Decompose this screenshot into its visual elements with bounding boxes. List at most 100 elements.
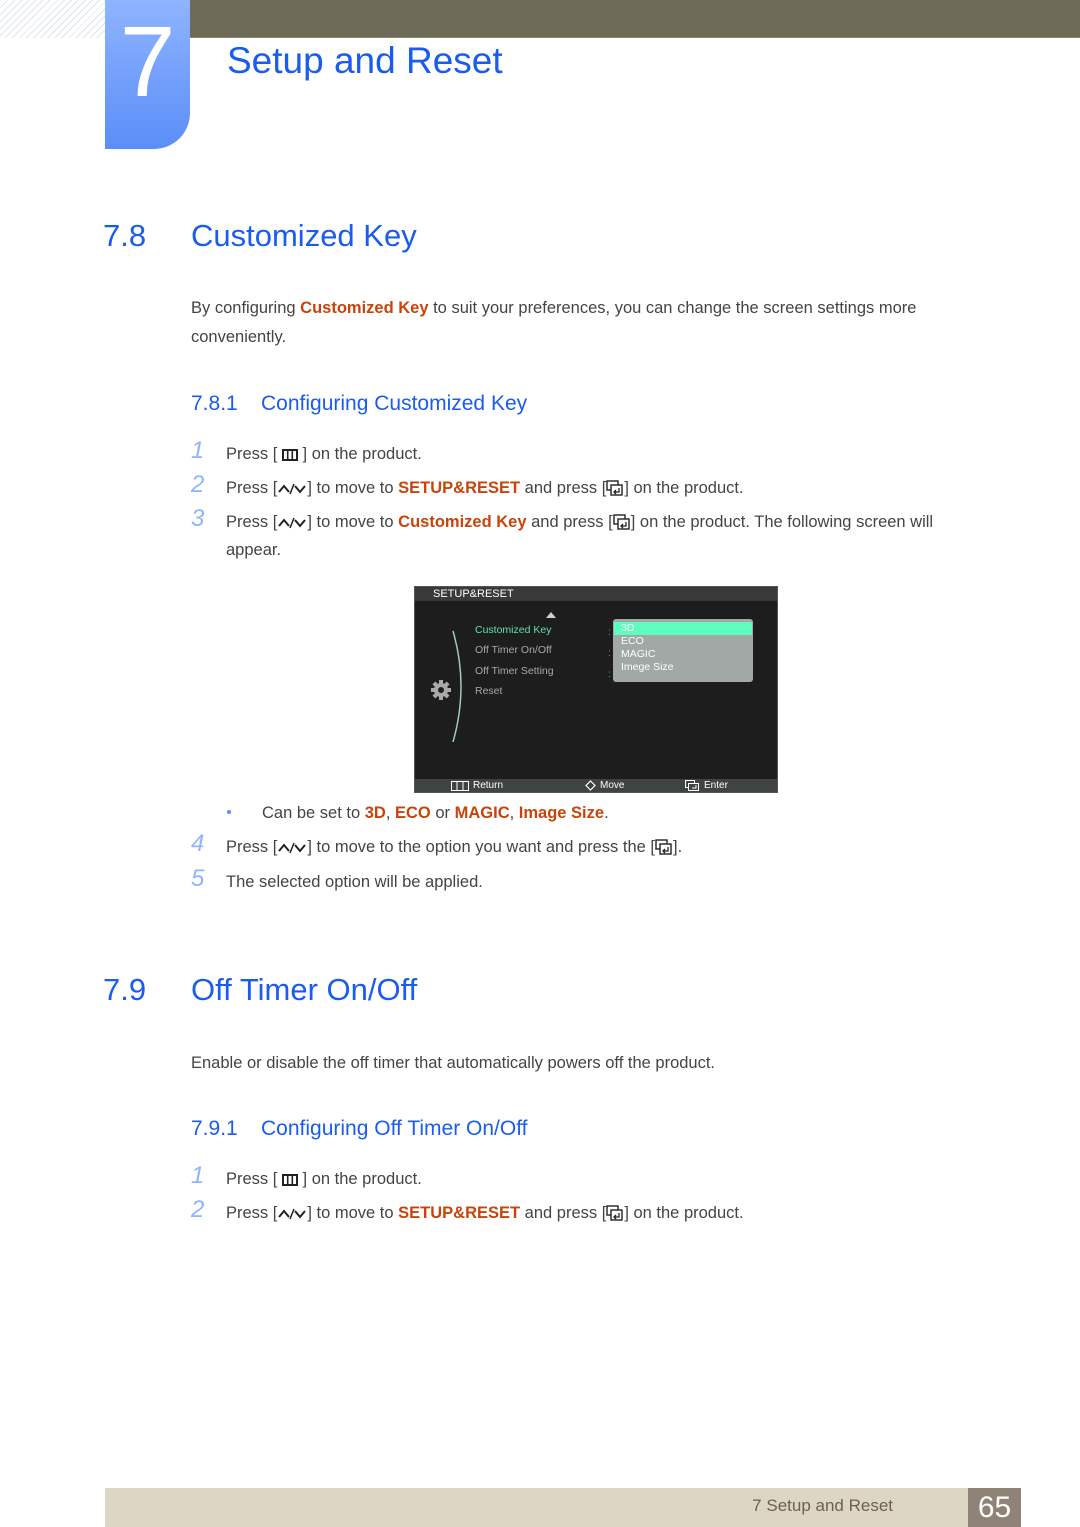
bullet-dot <box>227 810 231 814</box>
header-bar <box>190 0 1080 38</box>
section-title: Customized Key <box>191 218 417 253</box>
text: , <box>385 804 395 822</box>
menu-button-icon <box>281 1174 298 1186</box>
osd-menu-item-customized-key[interactable]: Customized Key <box>475 624 551 636</box>
page-footer: 7 Setup and Reset 65 <box>105 1488 1021 1527</box>
chapter-badge: 7 <box>105 0 190 149</box>
up-down-arrow-icon <box>278 483 307 495</box>
highlight-3d: 3D <box>364 804 386 822</box>
text: ] on the product. <box>302 1170 422 1188</box>
text: Press [ <box>226 479 278 497</box>
text: to suit your preferences, you can change… <box>428 299 917 317</box>
text: . <box>604 804 609 822</box>
highlight-magic: MAGIC <box>454 804 510 822</box>
text: and press [ <box>520 479 607 497</box>
enter-button-icon <box>685 780 699 791</box>
osd-option-eco[interactable]: ECO <box>614 635 752 648</box>
osd-header: SETUP&RESET <box>415 587 777 601</box>
text: ] on the product. <box>624 1204 744 1222</box>
step-number: 3 <box>191 505 205 532</box>
osd-menu-item-reset[interactable]: Reset <box>475 685 502 697</box>
osd-return: Return <box>451 779 503 792</box>
osd-enter-label: Enter <box>704 780 728 791</box>
chapter-number: 7 <box>119 6 176 118</box>
highlight-eco: ECO <box>395 804 431 822</box>
text: By configuring <box>191 299 301 317</box>
intro-paragraph-7-8: By configuring Customized Key to suit yo… <box>191 294 916 352</box>
text: conveniently. <box>191 328 287 346</box>
osd-menu-screenshot: SETUP&RESET Customized Key Off Timer On/… <box>414 586 778 793</box>
osd-move: Move <box>585 779 624 792</box>
highlight-setup-reset: SETUP&RESET <box>398 1204 521 1222</box>
highlight-customized-key: Customized Key <box>300 299 429 317</box>
text: Press [ <box>226 838 278 856</box>
text: Can be set to <box>262 804 365 822</box>
osd-scroll-up-arrow-icon <box>546 612 556 618</box>
osd-option-3d[interactable]: 3D <box>614 622 752 635</box>
text: ] to move to the option you want and pre… <box>307 838 655 856</box>
highlight-setup-reset: SETUP&RESET <box>398 479 521 497</box>
text: and press [ <box>520 1204 607 1222</box>
text: or <box>430 804 455 822</box>
move-diamond-icon <box>585 780 596 791</box>
header-hatch-pattern <box>0 0 105 38</box>
osd-gear-icon <box>431 680 451 700</box>
text: ] on the product. <box>302 445 422 463</box>
text: ] to move to <box>307 479 399 497</box>
section-title: Off Timer On/Off <box>191 972 418 1007</box>
footer-chapter-label: 7 Setup and Reset <box>752 1496 893 1515</box>
up-down-arrow-icon <box>278 842 307 854</box>
menu-button-icon <box>281 449 298 461</box>
subsection-title: Configuring Customized Key <box>261 392 528 415</box>
step-number: 2 <box>191 1196 205 1223</box>
osd-move-label: Move <box>600 780 625 791</box>
osd-option-dropdown: 3D ECO MAGIC Imege Size <box>613 619 753 682</box>
osd-footer: Return Move Enter <box>415 779 777 792</box>
osd-menu-item-off-timer-setting[interactable]: Off Timer Setting <box>475 665 554 677</box>
enter-button-icon <box>655 839 672 855</box>
section-number: 7.9 <box>103 972 147 1007</box>
page-number: 65 <box>968 1488 1021 1527</box>
text: ] on the product. The following screen w… <box>630 513 934 531</box>
step-number: 1 <box>191 1162 205 1189</box>
subsection-number: 7.9.1 <box>191 1117 238 1140</box>
osd-enter: Enter <box>685 779 728 792</box>
text: ] to move to <box>307 513 399 531</box>
text: ] on the product. <box>624 479 744 497</box>
up-down-arrow-icon <box>278 1208 307 1220</box>
text: ] to move to <box>307 1204 399 1222</box>
text: ]. <box>673 838 683 856</box>
osd-option-magic[interactable]: MAGIC <box>614 648 752 661</box>
step-number: 4 <box>191 830 205 857</box>
intro-paragraph-7-9: Enable or disable the off timer that aut… <box>191 1054 716 1072</box>
text: Press [ <box>226 445 278 463</box>
up-down-arrow-icon <box>278 517 307 529</box>
step-number: 1 <box>191 437 205 464</box>
osd-colon: : <box>608 669 611 680</box>
chapter-title: Setup and Reset <box>227 40 503 81</box>
enter-button-icon <box>606 1205 624 1221</box>
text: and press [ <box>526 513 613 531</box>
osd-colon: : <box>608 648 611 659</box>
step-number: 2 <box>191 471 205 498</box>
highlight-customized-key: Customized Key <box>398 513 527 531</box>
step-text: The selected option will be applied. <box>226 873 483 891</box>
step-number: 5 <box>191 865 205 892</box>
osd-option-image-size[interactable]: Imege Size <box>614 661 752 674</box>
text: Press [ <box>226 1170 278 1188</box>
subsection-number: 7.8.1 <box>191 392 238 415</box>
text: Press [ <box>226 1204 278 1222</box>
osd-colon: : <box>608 627 611 638</box>
subsection-title: Configuring Off Timer On/Off <box>261 1117 528 1140</box>
osd-menu-item-off-timer-on-off[interactable]: Off Timer On/Off <box>475 644 552 656</box>
text: appear. <box>226 541 282 559</box>
osd-return-label: Return <box>473 780 504 791</box>
text: , <box>509 804 519 822</box>
enter-button-icon <box>613 514 630 530</box>
section-number: 7.8 <box>103 218 147 253</box>
enter-button-icon <box>606 480 624 496</box>
highlight-image-size: Image Size <box>518 804 605 822</box>
menu-button-icon <box>451 780 469 791</box>
text: Press [ <box>226 513 278 531</box>
osd-arc-decoration <box>452 630 462 743</box>
